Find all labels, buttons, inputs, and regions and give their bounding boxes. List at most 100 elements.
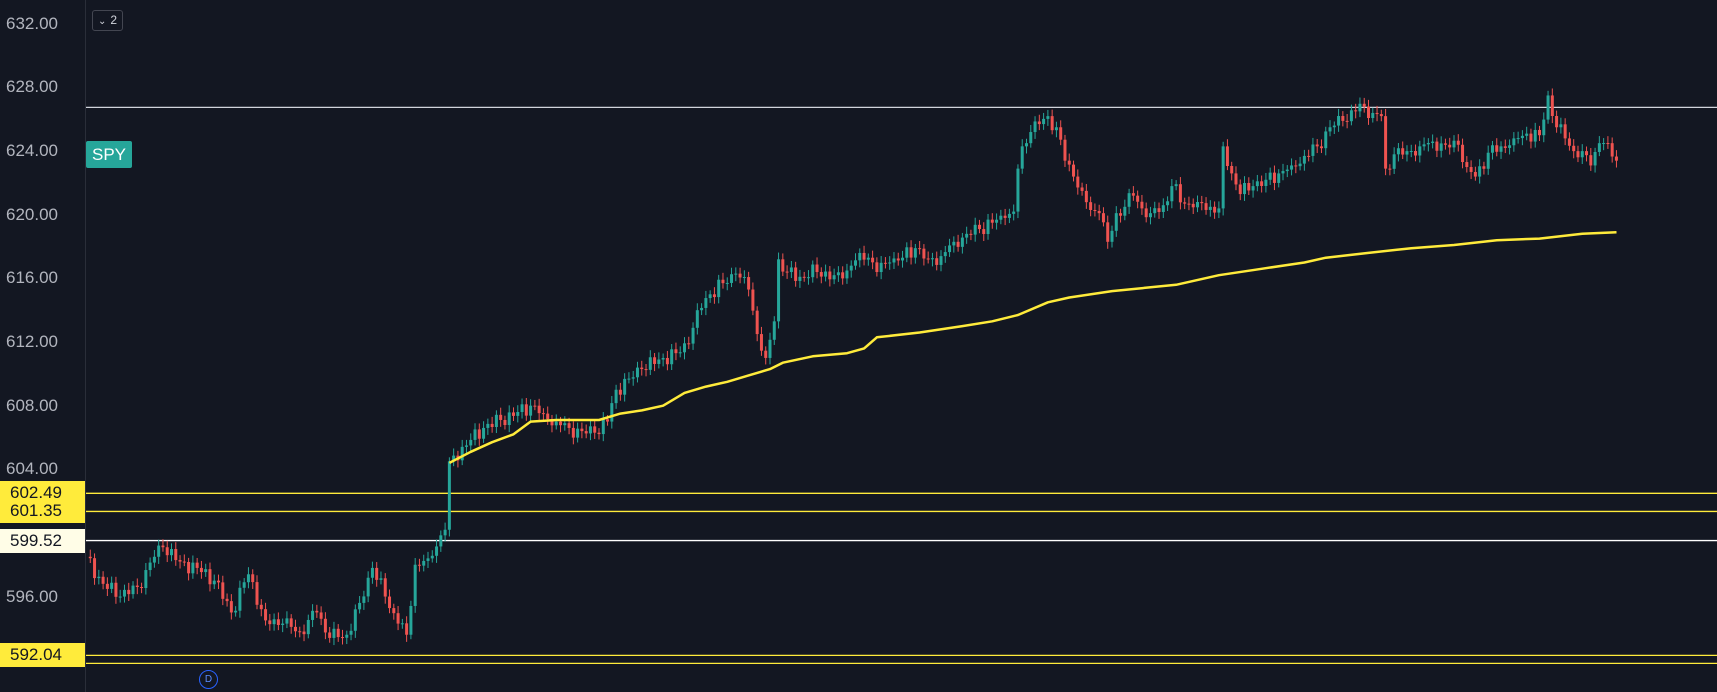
candle-body: [1234, 173, 1238, 185]
candle-body: [1200, 202, 1204, 204]
candle-body: [1559, 124, 1563, 128]
candle-body: [576, 428, 580, 438]
candle-body: [1358, 103, 1362, 112]
candle-body: [836, 272, 840, 276]
candle-body: [388, 596, 392, 609]
candle-body: [1405, 151, 1409, 155]
candle-body: [1367, 106, 1370, 119]
candle-body: [986, 219, 990, 235]
candle-body: [1208, 206, 1212, 210]
candle-body: [896, 258, 900, 261]
candle-body: [580, 428, 584, 432]
candle-body: [174, 549, 178, 561]
candle-body: [1290, 165, 1294, 170]
candle-body: [195, 562, 199, 568]
candle-body: [1264, 179, 1268, 186]
candle-body: [157, 545, 161, 557]
candle-body: [281, 623, 285, 625]
candle-body: [524, 404, 528, 416]
candle-body: [1281, 171, 1285, 174]
candle-body: [858, 252, 862, 261]
candle-body: [1401, 148, 1405, 155]
candle-body: [764, 350, 768, 358]
symbol-label: SPY: [86, 141, 133, 168]
candle-body: [499, 414, 503, 420]
candle-body: [306, 619, 310, 635]
candle-body: [952, 241, 956, 246]
candle-body: [477, 429, 481, 439]
candle-body: [798, 276, 802, 281]
candle-body: [841, 272, 845, 279]
price-chart[interactable]: [0, 0, 1717, 692]
candle-body: [1396, 148, 1400, 155]
candle-body: [1067, 160, 1071, 165]
candle-body: [503, 419, 507, 426]
candle-body: [1191, 203, 1195, 208]
candle-body: [1354, 110, 1358, 112]
chart-stage[interactable]: 632.00 628.00 624.00 620.00 616.00 612.00 608.…: [0, 0, 1717, 692]
candle-body: [430, 555, 434, 559]
candle-body: [1136, 195, 1140, 202]
candle-body: [1187, 203, 1191, 205]
y-tick-label: 620.00: [6, 204, 58, 224]
candle-body: [1542, 119, 1546, 136]
candle-body: [131, 585, 135, 595]
candle-body: [815, 264, 819, 273]
candle-body: [943, 252, 947, 257]
candle-body: [960, 237, 964, 247]
candle-body: [674, 349, 678, 354]
candle-body: [336, 628, 340, 638]
candle-body: [1431, 141, 1435, 143]
candle-body: [879, 262, 883, 273]
y-tick-label: 616.00: [6, 268, 58, 288]
candle-body: [1614, 156, 1618, 161]
candle-body: [127, 589, 131, 595]
candle-body: [93, 558, 97, 579]
candle-body: [1610, 143, 1614, 157]
candle-body: [392, 608, 396, 614]
candle-body: [1324, 131, 1328, 149]
candle-body: [601, 419, 605, 435]
collapse-indicators-button[interactable]: ⌄ 2: [92, 10, 124, 31]
candle-body: [1268, 172, 1272, 180]
candle-body: [1272, 172, 1276, 183]
candle-body: [995, 219, 999, 223]
candle-body: [1490, 145, 1494, 153]
candle-body: [1585, 151, 1589, 156]
candle-body: [772, 321, 776, 340]
candle-body: [1196, 202, 1199, 208]
candle-body: [1597, 143, 1601, 152]
candle-body: [88, 556, 92, 559]
candle-body: [1589, 155, 1593, 166]
candle-body: [687, 343, 691, 345]
candle-body: [1337, 116, 1341, 126]
candle-body: [328, 632, 332, 638]
candle-body: [1311, 144, 1315, 156]
candle-body: [439, 535, 443, 547]
candle-body: [597, 432, 601, 435]
candle-body: [512, 412, 515, 416]
candle-body: [1059, 127, 1063, 140]
candle-body: [426, 558, 430, 561]
candle-body: [1110, 230, 1114, 242]
candle-body: [114, 582, 118, 597]
candle-body: [1093, 209, 1097, 211]
candle-body: [152, 556, 156, 563]
candle-body: [606, 419, 610, 422]
candle-body: [1131, 193, 1135, 196]
candle-body: [469, 439, 473, 446]
candle-body: [417, 564, 421, 566]
candle-body: [866, 257, 870, 260]
candle-body: [1439, 143, 1443, 151]
candle-body: [1114, 213, 1118, 231]
candle-body: [400, 623, 404, 625]
dividend-marker-icon[interactable]: D: [199, 670, 218, 689]
candle-body: [755, 310, 759, 335]
candle-body: [447, 461, 451, 530]
candle-body: [1520, 135, 1524, 139]
candle-body: [259, 604, 263, 610]
candle-body: [969, 233, 973, 235]
collapse-count: 2: [110, 13, 118, 27]
candle-body: [276, 619, 280, 625]
candle-body: [148, 562, 152, 571]
